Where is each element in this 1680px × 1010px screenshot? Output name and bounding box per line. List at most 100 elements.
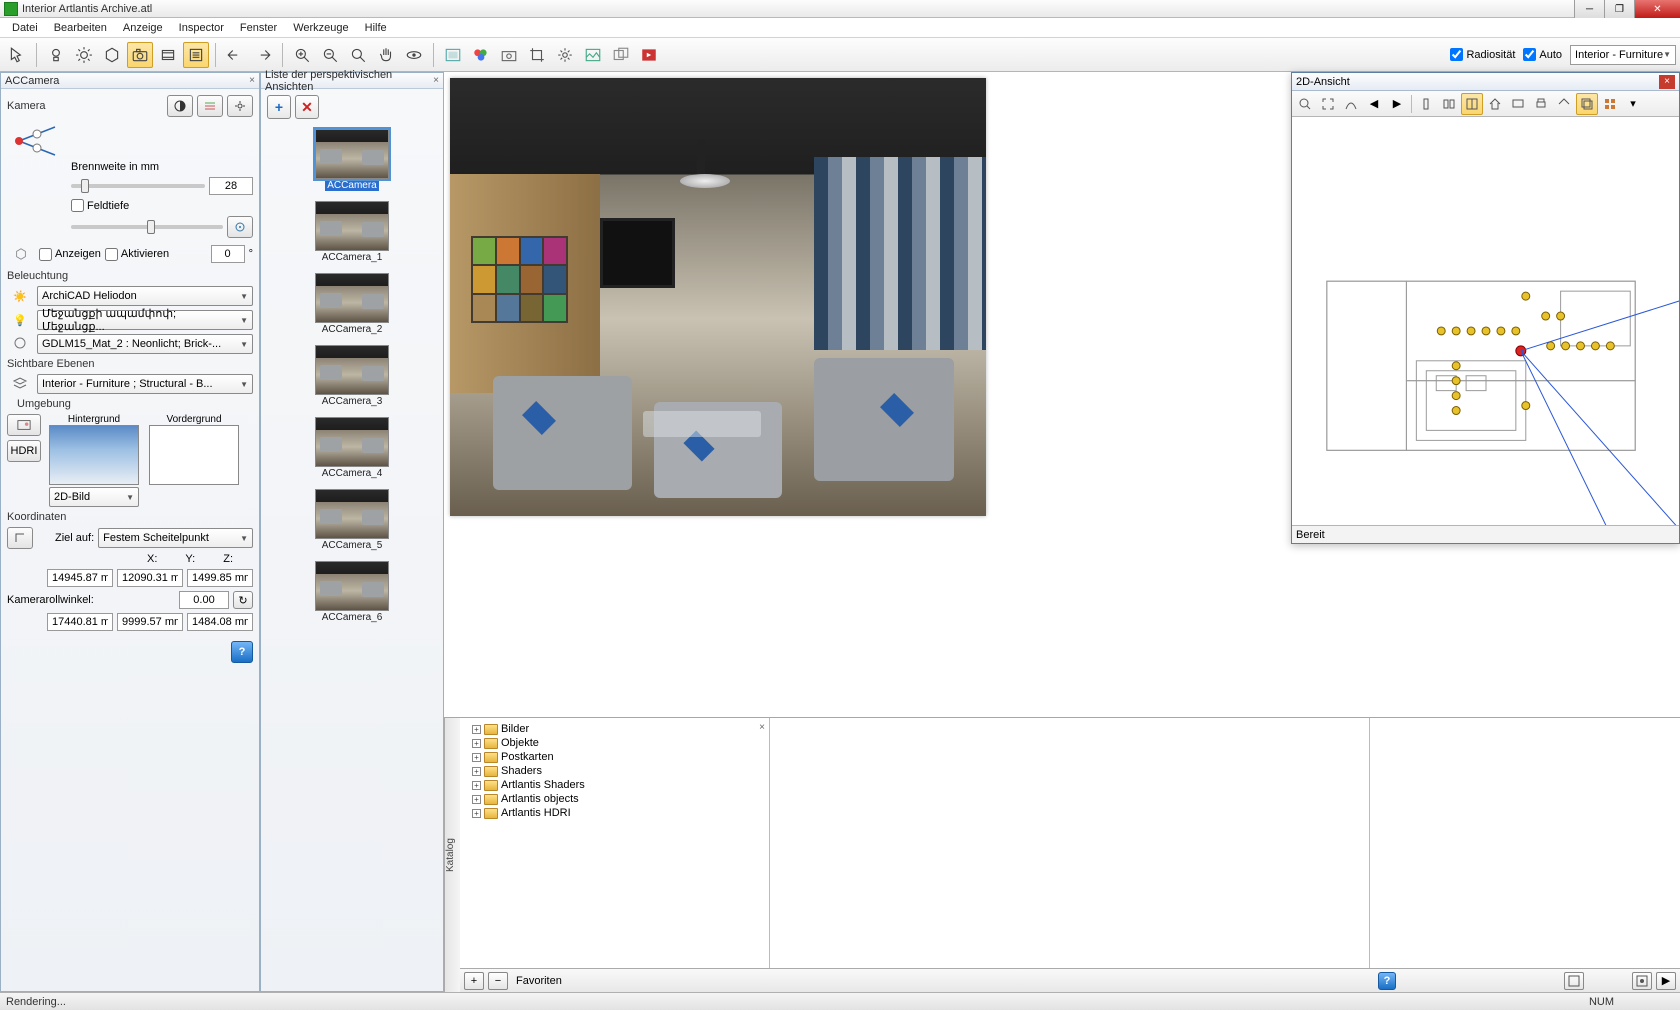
catalog-tree-close[interactable]: × — [759, 722, 765, 733]
image-button[interactable] — [580, 42, 606, 68]
redo-button[interactable] — [250, 42, 276, 68]
view-list-item[interactable]: ACCamera_1 — [313, 201, 391, 263]
neon-select[interactable]: GDLM15_Mat_2 : Neonlicht; Brick-...▼ — [37, 334, 253, 354]
object-tool[interactable] — [99, 42, 125, 68]
tree-expand-icon[interactable]: + — [472, 753, 481, 762]
cam-y1[interactable] — [117, 569, 183, 587]
material-button[interactable] — [468, 42, 494, 68]
view-list-item[interactable]: ACCamera_5 — [313, 489, 391, 551]
cam-z1[interactable] — [187, 569, 253, 587]
two-d-window[interactable]: 2D-Ansicht × ◀ ▶ ▾ — [1291, 72, 1680, 544]
minimize-button[interactable]: ─ — [1574, 0, 1604, 18]
tree-expand-icon[interactable]: + — [472, 767, 481, 776]
tree-expand-icon[interactable]: + — [472, 809, 481, 818]
auto-checkbox[interactable]: Auto — [1523, 48, 1562, 61]
cam-x2[interactable] — [47, 613, 113, 631]
focal-slider[interactable] — [71, 184, 205, 188]
bg-type-select[interactable]: 2D-Bild▼ — [49, 487, 139, 507]
td-home[interactable] — [1484, 93, 1506, 115]
activate-checkbox[interactable]: Aktivieren — [105, 248, 169, 261]
lights-select[interactable]: Մեջանցքի ապամփոփ; Մեջանցք...▼ — [37, 310, 253, 330]
cam-y2[interactable] — [117, 613, 183, 631]
td-layers[interactable] — [1576, 93, 1598, 115]
tree-item[interactable]: +Artlantis Shaders — [464, 778, 765, 792]
td-single[interactable] — [1415, 93, 1437, 115]
view-thumbnail[interactable] — [315, 561, 389, 611]
menu-bearbeiten[interactable]: Bearbeiten — [46, 20, 115, 36]
hdri-button[interactable]: HDRI — [7, 440, 41, 462]
catalog-tab[interactable]: Katalog — [444, 718, 460, 992]
view-thumbnail[interactable] — [315, 345, 389, 395]
close-button[interactable]: ✕ — [1634, 0, 1680, 18]
roll-input[interactable] — [179, 591, 229, 609]
meta-play[interactable]: ▶ — [1656, 972, 1676, 990]
add-view-button[interactable]: + — [267, 95, 291, 119]
catalog-help-button[interactable]: ? — [1378, 972, 1396, 990]
td-print[interactable] — [1530, 93, 1552, 115]
two-d-canvas[interactable] — [1292, 117, 1679, 525]
layers-select[interactable]: Interior - Furniture ; Structural - B...… — [37, 374, 253, 394]
light-tool[interactable] — [43, 42, 69, 68]
gear-button[interactable] — [227, 95, 253, 117]
tone-button[interactable] — [167, 95, 193, 117]
dof-checkbox[interactable]: Feldtiefe — [71, 199, 129, 212]
td-home2[interactable] — [1553, 93, 1575, 115]
pan-tool[interactable] — [373, 42, 399, 68]
tree-item[interactable]: +Artlantis objects — [464, 792, 765, 806]
view-list-item[interactable]: ACCamera_3 — [313, 345, 391, 407]
batch-button[interactable] — [608, 42, 634, 68]
td-split[interactable] — [1461, 93, 1483, 115]
maximize-button[interactable]: ❐ — [1604, 0, 1634, 18]
td-path[interactable] — [1340, 93, 1362, 115]
coord-mode-button[interactable] — [7, 527, 33, 549]
menu-inspector[interactable]: Inspector — [171, 20, 232, 36]
tree-item[interactable]: +Bilder — [464, 722, 759, 736]
adjust-button[interactable] — [197, 95, 223, 117]
dof-target-button[interactable] — [227, 216, 253, 238]
tree-item[interactable]: +Shaders — [464, 764, 765, 778]
catalog-tree[interactable]: × +Bilder+Objekte+Postkarten+Shaders+Art… — [460, 718, 770, 968]
help-button[interactable]: ? — [231, 641, 253, 663]
view-list-item[interactable]: ACCamera_4 — [313, 417, 391, 479]
view-thumbnail[interactable] — [315, 417, 389, 467]
tree-expand-icon[interactable]: + — [472, 739, 481, 748]
tree-item[interactable]: +Postkarten — [464, 750, 765, 764]
tree-expand-icon[interactable]: + — [472, 781, 481, 790]
view-list-close[interactable]: × — [433, 75, 439, 86]
tree-expand-icon[interactable]: + — [472, 795, 481, 804]
fav-remove-button[interactable]: − — [488, 972, 508, 990]
camera-panel-close[interactable]: × — [249, 75, 255, 86]
crop-button[interactable] — [524, 42, 550, 68]
td-zoom[interactable] — [1294, 93, 1316, 115]
fg-thumbnail[interactable] — [149, 425, 239, 485]
show-checkbox[interactable]: Anzeigen — [39, 248, 101, 261]
panorama-tool[interactable] — [155, 42, 181, 68]
view-thumbnail[interactable] — [315, 489, 389, 539]
render-window-button[interactable] — [440, 42, 466, 68]
zoom-out-button[interactable] — [317, 42, 343, 68]
camera-tool[interactable] — [127, 42, 153, 68]
env-3d-button[interactable] — [7, 414, 41, 436]
view-list-item[interactable]: ACCamera_2 — [313, 273, 391, 335]
td-next[interactable]: ▶ — [1386, 93, 1408, 115]
menu-anzeige[interactable]: Anzeige — [115, 20, 171, 36]
layer-select[interactable]: Interior - Furniture▼ — [1570, 45, 1676, 65]
td-multi[interactable] — [1438, 93, 1460, 115]
cam-x1[interactable] — [47, 569, 113, 587]
roll-reset-button[interactable]: ↻ — [233, 591, 253, 609]
orbit-tool[interactable] — [401, 42, 427, 68]
tree-item[interactable]: +Artlantis HDRI — [464, 806, 765, 820]
view-list-item[interactable]: ACCamera_6 — [313, 561, 391, 623]
td-screen[interactable] — [1507, 93, 1529, 115]
angle-input[interactable] — [211, 245, 245, 263]
heliodon-select[interactable]: ArchiCAD Heliodon▼ — [37, 286, 253, 306]
pointer-tool[interactable] — [4, 42, 30, 68]
export-button[interactable] — [636, 42, 662, 68]
sun-tool[interactable] — [71, 42, 97, 68]
td-more[interactable]: ▾ — [1622, 93, 1644, 115]
meta-toggle-2[interactable] — [1632, 972, 1652, 990]
view-list-item[interactable]: ACCamera — [313, 129, 391, 191]
focal-input[interactable] — [209, 177, 253, 195]
dof-slider[interactable] — [71, 225, 223, 229]
td-prev[interactable]: ◀ — [1363, 93, 1385, 115]
